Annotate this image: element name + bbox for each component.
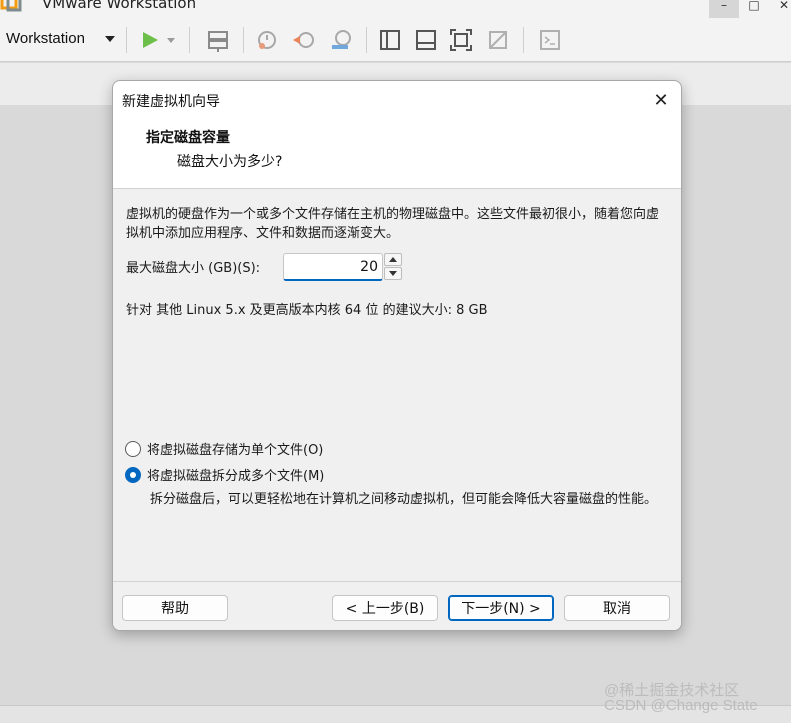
step-subtitle: 磁盘大小为多少?: [177, 154, 283, 170]
toolbar-separator: [243, 27, 244, 53]
arrow-up-icon: [389, 257, 397, 262]
radio-dot: [130, 471, 136, 478]
play-icon[interactable]: [137, 27, 163, 53]
vmware-logo-icon: [0, 0, 24, 14]
spin-down-button[interactable]: [384, 267, 402, 280]
cancel-button[interactable]: 取消: [564, 595, 670, 621]
radio-button[interactable]: [125, 440, 141, 457]
main-toolbar: Workstation: [0, 18, 791, 62]
console-icon[interactable]: [537, 27, 563, 53]
dropdown-icon[interactable]: [164, 27, 178, 53]
revert-snapshot-icon[interactable]: [291, 27, 317, 53]
disk-description: 虚拟机的硬盘作为一个或多个文件存储在主机的物理磁盘中。这些文件最初很小，随着您向…: [126, 207, 660, 241]
single-pane-icon[interactable]: [377, 27, 403, 53]
split-pane-icon[interactable]: [413, 27, 439, 53]
back-button[interactable]: < 上一步(B): [332, 595, 438, 621]
snapshot-icon[interactable]: [254, 27, 280, 53]
disk-size-label: 最大磁盘大小 (GB)(S):: [126, 261, 261, 276]
split-option-description: 拆分磁盘后，可以更轻松地在计算机之间移动虚拟机，但可能会降低大容量磁盘的性能。: [150, 492, 658, 507]
toolbar-separator: [366, 27, 367, 53]
next-button[interactable]: 下一步(N) >: [448, 595, 554, 621]
app-title-bar: VMware Workstation – □ ✕: [0, 0, 791, 18]
split-files-option[interactable]: 将虚拟磁盘拆分成多个文件(M): [125, 465, 324, 484]
dialog-title: 新建虚拟机向导: [122, 94, 220, 110]
new-vm-wizard-dialog: 新建虚拟机向导 ✕ 指定磁盘容量 磁盘大小为多少? 虚拟机的硬盘作为一个或多个文…: [112, 80, 682, 631]
unity-icon[interactable]: [485, 27, 511, 53]
network-icon[interactable]: [205, 27, 231, 53]
minimize-button[interactable]: –: [709, 0, 739, 18]
recommended-size-text: 针对 其他 Linux 5.x 及更高版本内核 64 位 的建议大小: 8 GB: [126, 303, 488, 318]
close-icon[interactable]: ✕: [649, 89, 673, 111]
app-title: VMware Workstation: [42, 0, 197, 12]
full-screen-icon[interactable]: [448, 27, 474, 53]
toolbar-separator: [189, 27, 190, 53]
step-title: 指定磁盘容量: [146, 130, 230, 146]
help-button[interactable]: 帮助: [122, 595, 228, 621]
workstation-menu[interactable]: Workstation: [6, 30, 85, 47]
snapshot-manager-icon[interactable]: [328, 27, 354, 53]
chevron-down-icon[interactable]: [105, 36, 115, 42]
close-window-button[interactable]: ✕: [769, 0, 791, 18]
split-files-label: 将虚拟磁盘拆分成多个文件(M): [147, 469, 325, 484]
spin-up-button[interactable]: [384, 253, 402, 266]
toolbar-separator: [126, 27, 127, 53]
maximize-button[interactable]: □: [739, 0, 769, 18]
dialog-footer: 帮助 < 上一步(B) 下一步(N) > 取消: [113, 582, 681, 630]
single-file-option[interactable]: 将虚拟磁盘存储为单个文件(O): [125, 439, 323, 458]
single-file-label: 将虚拟磁盘存储为单个文件(O): [147, 443, 324, 458]
toolbar-separator: [523, 27, 524, 53]
watermark: @稀土掘金技术社区 CSDN @Change State: [604, 683, 758, 713]
disk-size-input[interactable]: [283, 253, 383, 281]
arrow-down-icon: [389, 271, 397, 276]
radio-button-checked[interactable]: [125, 466, 141, 483]
watermark-text: @稀土掘金技术社区 CSDN @Change State: [604, 682, 758, 714]
dialog-body: 虚拟机的硬盘作为一个或多个文件存储在主机的物理磁盘中。这些文件最初很小，随着您向…: [113, 189, 681, 581]
